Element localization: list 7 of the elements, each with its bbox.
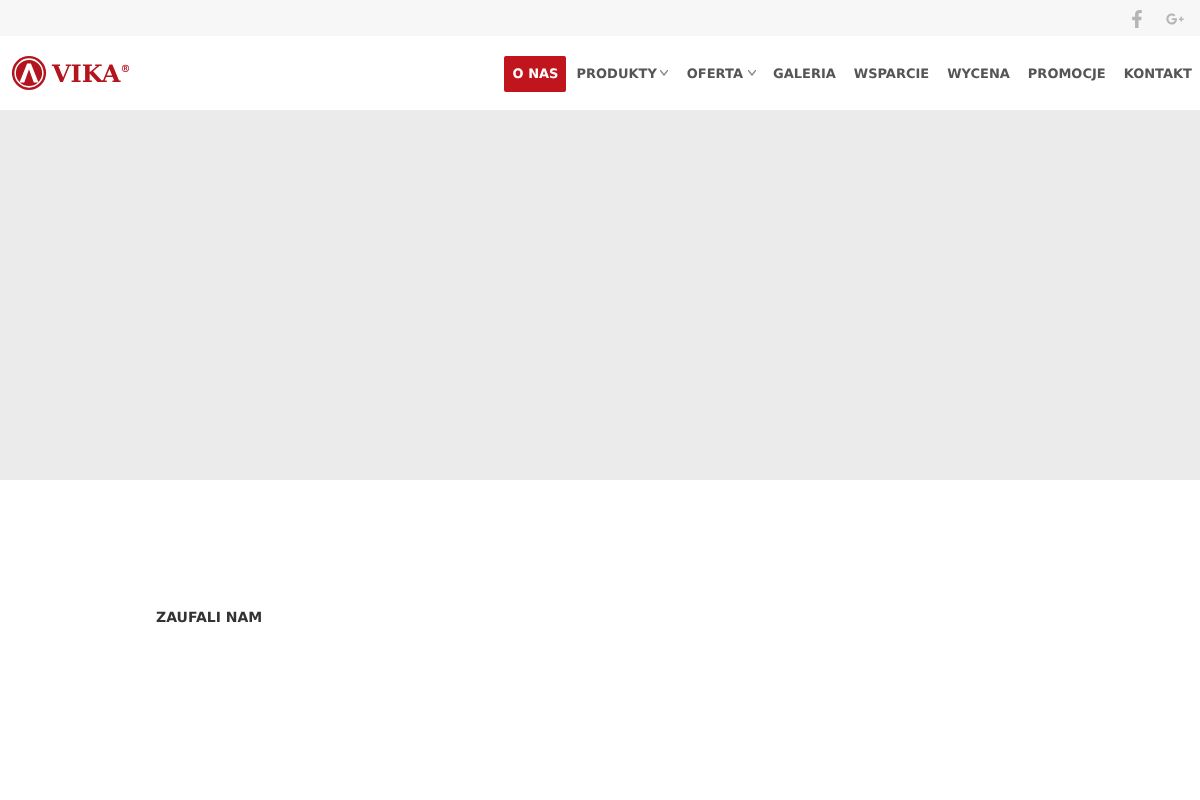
logo-emblem-icon [10, 54, 48, 92]
logo[interactable]: VIKA$^{®}$ [10, 54, 131, 92]
logo-text: VIKA$^{®}$ [52, 59, 131, 87]
facebook-icon[interactable] [1128, 9, 1146, 27]
caret-icon [747, 70, 755, 76]
google-plus-icon[interactable] [1166, 9, 1184, 27]
caret-icon [660, 70, 669, 76]
